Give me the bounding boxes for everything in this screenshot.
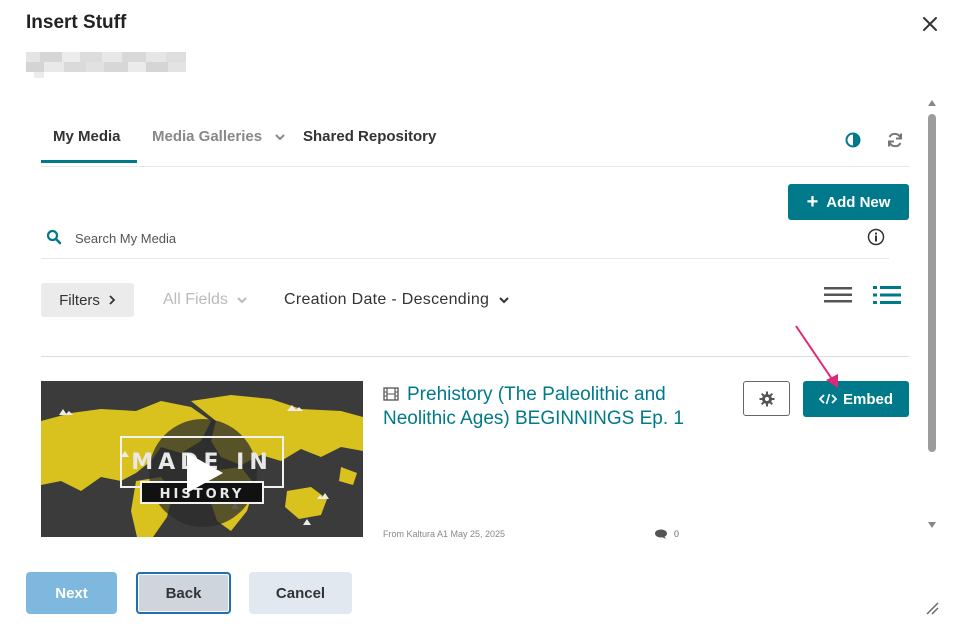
cancel-label: Cancel [275, 584, 326, 602]
cancel-button[interactable]: Cancel [249, 572, 352, 614]
redacted-course-name [26, 52, 186, 78]
comment-icon [655, 529, 667, 539]
tab-media-galleries[interactable]: Media Galleries [152, 128, 262, 145]
chevron-down-icon [499, 297, 509, 304]
settings-button[interactable] [743, 381, 790, 416]
sort-selector-label: Creation Date - Descending [284, 291, 490, 308]
media-title-link[interactable]: Prehistory (The Paleolithic and Neolithi… [383, 383, 713, 431]
embed-label: Embed [842, 390, 893, 408]
next-label: Next [55, 584, 88, 602]
detailed-view-icon[interactable] [872, 285, 902, 305]
dialog-title: Insert Stuff [26, 12, 127, 33]
gear-icon [759, 391, 774, 406]
results-divider [41, 356, 909, 357]
scrollbar[interactable] [924, 98, 940, 538]
info-icon[interactable] [867, 228, 885, 246]
sort-selector[interactable]: Creation Date - Descending [284, 291, 510, 309]
search-icon [46, 229, 62, 245]
code-icon [818, 393, 837, 405]
tab-my-media[interactable]: My Media [53, 128, 121, 145]
field-selector-label: All Fields [163, 291, 228, 308]
thumbnail-image: MADE IN HISTORY [41, 381, 363, 537]
list-view-icon[interactable] [823, 286, 853, 304]
back-label: Back [165, 584, 202, 602]
chevron-down-icon [237, 297, 248, 304]
next-button[interactable]: Next [26, 572, 117, 614]
thumbnail-subtitle-text: HISTORY [160, 487, 245, 502]
search-bar [41, 222, 889, 259]
media-title-text: Prehistory (The Paleolithic and Neolithi… [383, 384, 684, 429]
media-thumbnail[interactable]: MADE IN HISTORY [41, 381, 363, 537]
add-new-button[interactable]: + Add New [788, 184, 909, 220]
back-button[interactable]: Back [136, 572, 231, 614]
comment-count: 0 [674, 529, 680, 539]
contrast-icon[interactable] [845, 132, 861, 148]
scroll-down-icon[interactable] [928, 522, 936, 528]
search-input[interactable] [75, 228, 835, 248]
resize-handle-icon[interactable] [924, 600, 940, 616]
scroll-up-icon[interactable] [928, 100, 936, 106]
filters-button[interactable]: Filters [41, 283, 134, 317]
add-new-label: Add New [826, 193, 891, 211]
filters-label: Filters [59, 291, 100, 309]
scrollbar-thumb[interactable] [928, 114, 936, 452]
chevron-right-icon [109, 295, 116, 305]
tab-shared-repository[interactable]: Shared Repository [303, 128, 436, 145]
media-meta: From Kaltura A1 May 25, 2025 [383, 529, 506, 539]
tab-my-media-label: My Media [53, 128, 121, 145]
media-tabs: My Media Media Galleries Shared Reposito… [41, 118, 909, 167]
plus-icon: + [806, 191, 819, 213]
annotation-arrow [795, 325, 838, 388]
refresh-icon[interactable] [886, 131, 904, 149]
tab-media-galleries-label: Media Galleries [152, 128, 263, 145]
chevron-down-icon[interactable] [274, 132, 286, 142]
close-icon[interactable] [918, 12, 942, 36]
tab-shared-repository-label: Shared Repository [303, 128, 437, 145]
active-tab-indicator [41, 160, 137, 163]
field-selector[interactable]: All Fields [163, 291, 248, 309]
